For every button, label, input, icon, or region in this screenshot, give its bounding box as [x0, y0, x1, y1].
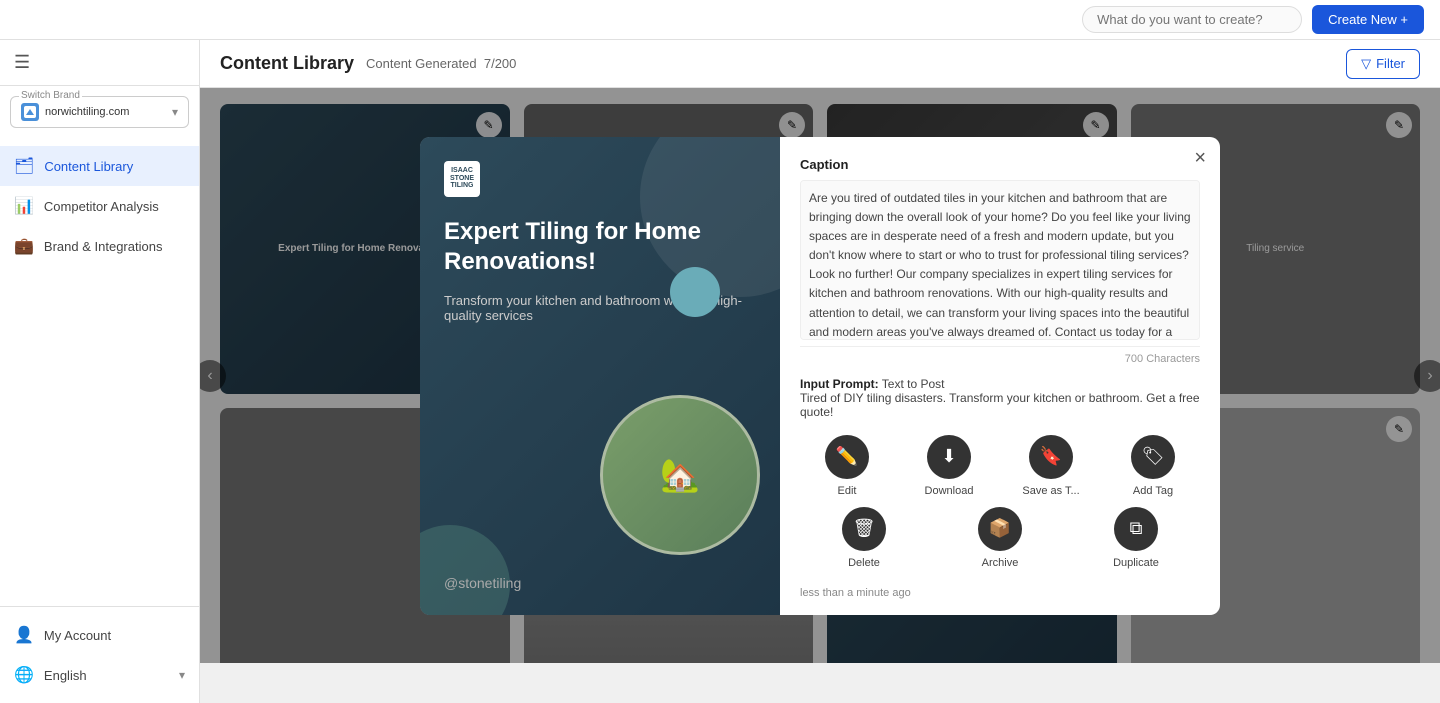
add-tag-icon: 🏷	[1131, 435, 1175, 479]
hamburger-menu[interactable]: ☰	[0, 40, 199, 86]
close-button[interactable]: ×	[1194, 147, 1206, 170]
sidebar-item-my-account[interactable]: 👤 My Account	[0, 615, 199, 655]
filter-button[interactable]: ▽ Filter	[1346, 49, 1420, 79]
archive-label: Archive	[982, 557, 1019, 569]
account-icon: 👤	[14, 625, 34, 645]
duplicate-icon: ⧉	[1114, 507, 1158, 551]
sidebar-item-language[interactable]: 🌐 English ▾	[0, 655, 199, 695]
sidebar-item-label: Competitor Analysis	[44, 199, 159, 214]
download-button[interactable]: ⬇ Download	[902, 435, 996, 497]
sidebar-item-content-library[interactable]: 🗂 Content Library	[0, 146, 199, 186]
sidebar: ☰ Switch Brand norwichtiling.com ▾ 🗂 Con…	[0, 40, 200, 703]
caption-text: Are you tired of outdated tiles in your …	[809, 189, 1191, 340]
brand-integrations-icon: 💼	[14, 236, 34, 256]
timestamp: less than a minute ago	[800, 587, 1200, 599]
topbar-left: Content Library Content Generated 7/200	[220, 53, 516, 74]
archive-button[interactable]: 📦 Archive	[936, 507, 1064, 569]
char-count: 700 Characters	[800, 346, 1200, 365]
sidebar-item-label: My Account	[44, 628, 111, 643]
caption-label: Caption	[800, 157, 1200, 172]
archive-icon: 📦	[978, 507, 1022, 551]
page-title: Content Library	[220, 53, 354, 74]
sidebar-item-label: Content Library	[44, 159, 133, 174]
brand-icon	[21, 103, 39, 121]
brand-domain: norwichtiling.com	[45, 106, 166, 118]
competitor-analysis-icon: 📊	[14, 196, 34, 216]
logo-icon: ISAACSTONETILING	[444, 161, 480, 197]
filter-icon: ▽	[1361, 56, 1371, 72]
room-image: 🏡	[600, 395, 760, 555]
modal: × ISAACSTONETILING Expert Tiling for Hom…	[420, 137, 1220, 615]
language-icon: 🌐	[14, 665, 34, 685]
content-area: Expert Tiling for Home Renovations! ✎ 🏠 …	[200, 88, 1440, 663]
sidebar-bottom: 👤 My Account 🌐 English ▾	[0, 606, 199, 703]
download-icon: ⬇	[927, 435, 971, 479]
caption-scroll[interactable]: Are you tired of outdated tiles in your …	[800, 180, 1200, 340]
download-label: Download	[925, 485, 974, 497]
switch-brand-label: Switch Brand	[19, 90, 82, 101]
brand-switcher[interactable]: Switch Brand norwichtiling.com ▾	[10, 96, 189, 128]
language-chevron-icon: ▾	[179, 668, 185, 682]
delete-label: Delete	[848, 557, 880, 569]
save-template-icon: 🔖	[1029, 435, 1073, 479]
input-prompt: Input Prompt: Text to Post Tired of DIY …	[800, 377, 1200, 419]
duplicate-label: Duplicate	[1113, 557, 1159, 569]
decorative-circle-bottom	[420, 525, 510, 615]
add-tag-button[interactable]: 🏷 Add Tag	[1106, 435, 1200, 497]
nav-items: 🗂 Content Library 📊 Competitor Analysis …	[0, 138, 199, 606]
edit-label: Edit	[838, 485, 857, 497]
prompt-text: Tired of DIY tiling disasters. Transform…	[800, 391, 1200, 419]
add-tag-label: Add Tag	[1133, 485, 1173, 497]
content-count: Content Generated 7/200	[366, 56, 516, 71]
sidebar-item-brand-integrations[interactable]: 💼 Brand & Integrations	[0, 226, 199, 266]
save-as-template-button[interactable]: 🔖 Save as T...	[1004, 435, 1098, 497]
duplicate-button[interactable]: ⧉ Duplicate	[1072, 507, 1200, 569]
prompt-type: Text to Post	[882, 377, 945, 391]
search-input[interactable]	[1082, 6, 1302, 33]
edit-icon: ✏️	[825, 435, 869, 479]
content-library-icon: 🗂	[14, 156, 34, 176]
topbar: Content Library Content Generated 7/200 …	[200, 40, 1440, 88]
language-label: English	[44, 668, 87, 683]
chevron-down-icon: ▾	[172, 105, 178, 119]
action-buttons-row1: ✏️ Edit ⬇ Download 🔖 Save as T... 🏷	[800, 435, 1200, 497]
create-new-button[interactable]: Create New +	[1312, 5, 1424, 34]
sidebar-item-competitor-analysis[interactable]: 📊 Competitor Analysis	[0, 186, 199, 226]
action-buttons-row2: 🗑 Delete 📦 Archive ⧉ Duplicate	[800, 507, 1200, 577]
hamburger-icon: ☰	[14, 52, 30, 73]
edit-button[interactable]: ✏️ Edit	[800, 435, 894, 497]
modal-right-panel: Caption Are you tired of outdated tiles …	[780, 137, 1220, 615]
delete-icon: 🗑	[842, 507, 886, 551]
modal-post-preview: ISAACSTONETILING Expert Tiling for Home …	[420, 137, 780, 615]
modal-overlay[interactable]: × ISAACSTONETILING Expert Tiling for Hom…	[200, 88, 1440, 663]
main-content: Content Library Content Generated 7/200 …	[200, 40, 1440, 663]
sidebar-item-label: Brand & Integrations	[44, 239, 163, 254]
post-handle: @stonetiling	[444, 575, 521, 591]
decorative-circle-small	[670, 267, 720, 317]
save-template-label: Save as T...	[1022, 485, 1079, 497]
delete-button[interactable]: 🗑 Delete	[800, 507, 928, 569]
